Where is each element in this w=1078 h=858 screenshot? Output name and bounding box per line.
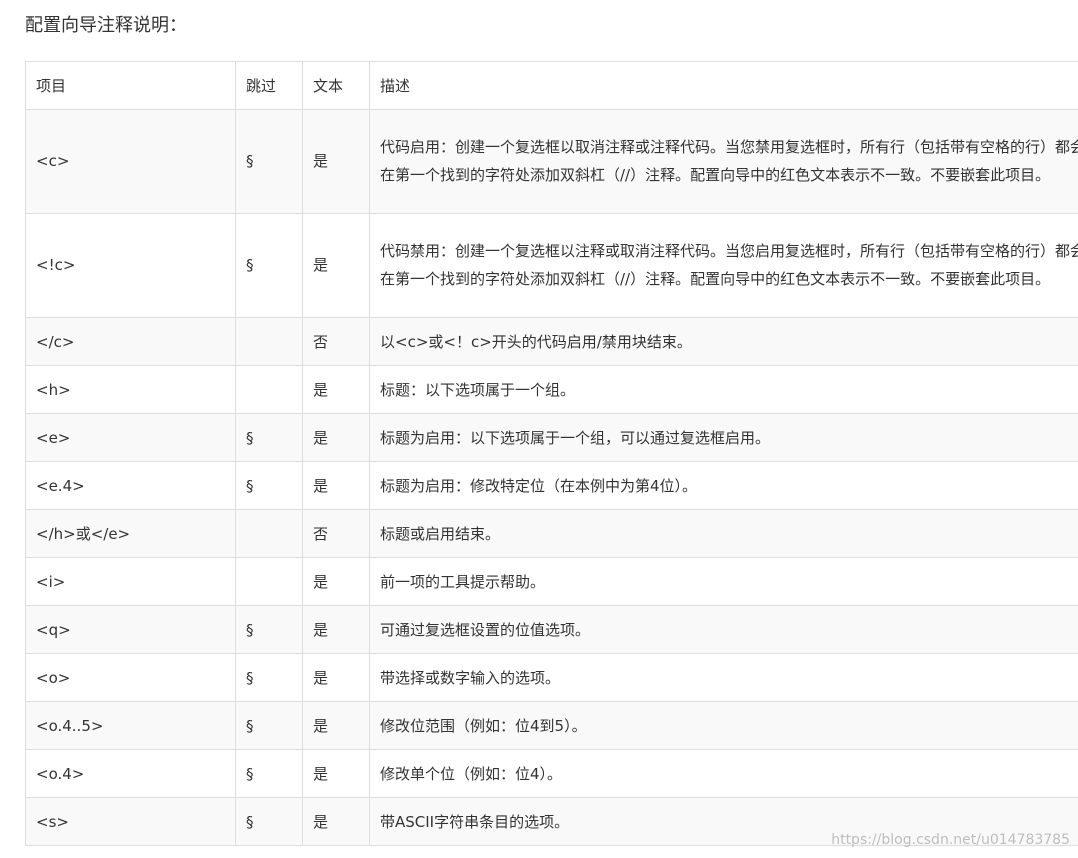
cell-text: 是 bbox=[302, 701, 370, 750]
cell-item: <o> bbox=[25, 653, 236, 702]
table-row: <e> § 是 标题为启用：以下选项属于一个组，可以通过复选框启用。 bbox=[25, 413, 1078, 462]
cell-skip bbox=[235, 365, 303, 414]
cell-item: <s> bbox=[25, 797, 236, 846]
cell-description: 代码禁用：创建一个复选框以注释或取消注释代码。当您启用复选框时，所有行（包括带有… bbox=[369, 213, 1078, 318]
cell-skip: § bbox=[235, 413, 303, 462]
table-row: <o.4> § 是 修改单个位（例如：位4）。 bbox=[25, 749, 1078, 798]
table-row: <i> 是 前一项的工具提示帮助。 bbox=[25, 557, 1078, 606]
table-header-row: 项目 跳过 文本 描述 bbox=[25, 61, 1078, 110]
watermark: https://blog.csdn.net/u014783785 bbox=[831, 832, 1070, 848]
cell-description: 标题为启用：修改特定位（在本例中为第4位）。 bbox=[369, 461, 1078, 510]
cell-description: 可通过复选框设置的位值选项。 bbox=[369, 605, 1078, 654]
cell-item: </h>或</e> bbox=[25, 509, 236, 558]
cell-item: <e.4> bbox=[25, 461, 236, 510]
cell-item: <q> bbox=[25, 605, 236, 654]
cell-skip: § bbox=[235, 213, 303, 318]
cell-text: 是 bbox=[302, 797, 370, 846]
column-header-item: 项目 bbox=[25, 61, 236, 110]
cell-skip: § bbox=[235, 701, 303, 750]
cell-description: 标题或启用结束。 bbox=[369, 509, 1078, 558]
cell-item: <e> bbox=[25, 413, 236, 462]
cell-description: 标题：以下选项属于一个组。 bbox=[369, 365, 1078, 414]
cell-description: 标题为启用：以下选项属于一个组，可以通过复选框启用。 bbox=[369, 413, 1078, 462]
cell-skip: § bbox=[235, 109, 303, 214]
cell-text: 是 bbox=[302, 365, 370, 414]
cell-text: 是 bbox=[302, 749, 370, 798]
table-row: </c> 否 以<c>或<！c>开头的代码启用/禁用块结束。 bbox=[25, 317, 1078, 366]
table-row: <e.4> § 是 标题为启用：修改特定位（在本例中为第4位）。 bbox=[25, 461, 1078, 510]
page-heading: 配置向导注释说明： bbox=[25, 15, 187, 36]
cell-skip: § bbox=[235, 653, 303, 702]
table-row: <o.4..5> § 是 修改位范围（例如：位4到5）。 bbox=[25, 701, 1078, 750]
table-row: <o> § 是 带选择或数字输入的选项。 bbox=[25, 653, 1078, 702]
cell-item: </c> bbox=[25, 317, 236, 366]
cell-text: 是 bbox=[302, 557, 370, 606]
cell-description: 修改位范围（例如：位4到5）。 bbox=[369, 701, 1078, 750]
cell-text: 否 bbox=[302, 317, 370, 366]
cell-skip: § bbox=[235, 605, 303, 654]
column-header-description: 描述 bbox=[369, 61, 1078, 110]
cell-item: <o.4..5> bbox=[25, 701, 236, 750]
table-row: <c> § 是 代码启用：创建一个复选框以取消注释或注释代码。当您禁用复选框时，… bbox=[25, 109, 1078, 214]
table-row: <!c> § 是 代码禁用：创建一个复选框以注释或取消注释代码。当您启用复选框时… bbox=[25, 213, 1078, 318]
cell-skip: § bbox=[235, 797, 303, 846]
column-header-text: 文本 bbox=[302, 61, 370, 110]
cell-item: <o.4> bbox=[25, 749, 236, 798]
cell-text: 是 bbox=[302, 109, 370, 214]
cell-skip: § bbox=[235, 749, 303, 798]
cell-skip bbox=[235, 557, 303, 606]
cell-text: 是 bbox=[302, 461, 370, 510]
cell-item: <c> bbox=[25, 109, 236, 214]
table-row: <h> 是 标题：以下选项属于一个组。 bbox=[25, 365, 1078, 414]
cell-description: 带选择或数字输入的选项。 bbox=[369, 653, 1078, 702]
cell-skip bbox=[235, 317, 303, 366]
cell-skip bbox=[235, 509, 303, 558]
cell-description: 代码启用：创建一个复选框以取消注释或注释代码。当您禁用复选框时，所有行（包括带有… bbox=[369, 109, 1078, 214]
cell-text: 否 bbox=[302, 509, 370, 558]
cell-skip: § bbox=[235, 461, 303, 510]
table-row: <q> § 是 可通过复选框设置的位值选项。 bbox=[25, 605, 1078, 654]
cell-item: <h> bbox=[25, 365, 236, 414]
cell-text: 是 bbox=[302, 413, 370, 462]
cell-text: 是 bbox=[302, 653, 370, 702]
cell-description: 修改单个位（例如：位4）。 bbox=[369, 749, 1078, 798]
cell-item: <!c> bbox=[25, 213, 236, 318]
column-header-skip: 跳过 bbox=[235, 61, 303, 110]
cell-description: 以<c>或<！c>开头的代码启用/禁用块结束。 bbox=[369, 317, 1078, 366]
cell-text: 是 bbox=[302, 605, 370, 654]
cell-text: 是 bbox=[302, 213, 370, 318]
config-annotation-table: 项目 跳过 文本 描述 <c> § 是 代码启用：创建一个复选框以取消注释或注释… bbox=[25, 61, 1078, 846]
table-row: </h>或</e> 否 标题或启用结束。 bbox=[25, 509, 1078, 558]
cell-item: <i> bbox=[25, 557, 236, 606]
cell-description: 前一项的工具提示帮助。 bbox=[369, 557, 1078, 606]
